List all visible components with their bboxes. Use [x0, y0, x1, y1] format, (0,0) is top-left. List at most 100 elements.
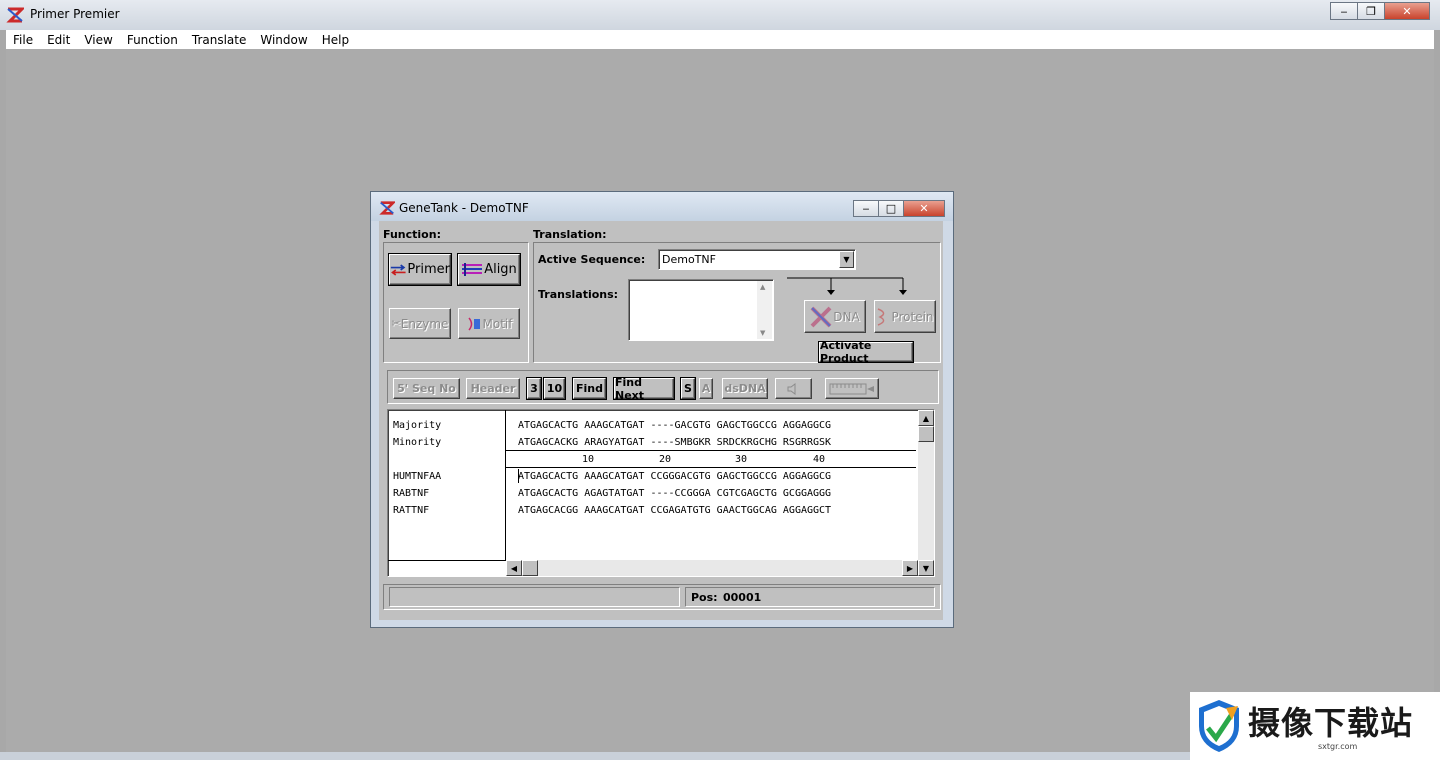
primer-button-label: Primer [407, 262, 450, 277]
sequence-row: ATGAGCACGG AAAGCATGAT CCGAGATGTG GAACTGG… [518, 505, 832, 516]
enzyme-icon: ✂ [391, 317, 401, 330]
find-next-button[interactable]: Find Next [613, 376, 675, 402]
close-button[interactable]: ✕ [1384, 2, 1430, 20]
menu-translate[interactable]: Translate [185, 33, 254, 47]
enzyme-button-label: Enzyme [400, 316, 449, 331]
position-value: 00001 [723, 591, 762, 604]
vertical-scrollbar[interactable]: ▲ ▼ [918, 410, 934, 576]
align-button[interactable]: Align [457, 253, 521, 286]
dna-button-label: DNA [833, 309, 860, 324]
dsdna-button[interactable]: dsDNA [722, 378, 768, 399]
motif-button[interactable]: Motif [458, 308, 520, 339]
name-column-divider [505, 410, 506, 560]
translations-list[interactable]: ▲ ▼ [628, 279, 774, 341]
speaker-icon [787, 382, 795, 395]
menu-file[interactable]: File [6, 33, 40, 47]
ruler-tick-10: 10 [582, 454, 595, 465]
dna-button[interactable]: DNA [804, 300, 866, 333]
seq-no-button[interactable]: 5' Seq No [393, 378, 460, 399]
sequence-row: ATGAGCACTG AGAGTATGAT ----CCGGGA CGTCGAG… [518, 488, 832, 499]
wrap-10-button[interactable]: 10 [543, 377, 566, 400]
sequence-name: HUMTNFAA [393, 471, 442, 482]
genetank-titlebar[interactable]: GeneTank - DemoTNF ‒ □ ✕ [371, 192, 953, 221]
restore-button[interactable]: ❐ [1357, 2, 1385, 20]
translations-label: Translations: [538, 288, 619, 301]
close-icon: ✕ [1402, 4, 1412, 18]
active-sequence-label: Active Sequence: [538, 253, 646, 266]
horizontal-scroll-thumb[interactable] [522, 560, 538, 576]
scroll-down-icon: ▼ [760, 329, 766, 337]
close-icon: ✕ [919, 202, 929, 215]
ruler-button[interactable] [825, 378, 879, 399]
speaker-button[interactable] [775, 378, 812, 399]
menu-help[interactable]: Help [315, 33, 356, 47]
s-button[interactable]: S [680, 377, 696, 400]
scroll-left-icon: ◀ [510, 563, 518, 573]
find-button[interactable]: Find [572, 377, 607, 400]
protein-button[interactable]: Protein [874, 300, 936, 333]
enzyme-button[interactable]: ✂ Enzyme [389, 308, 451, 339]
scroll-right-button[interactable]: ▶ [902, 560, 918, 576]
wrap-3-button[interactable]: 3 [526, 377, 542, 400]
watermark-url: sxtgr.com [1318, 742, 1358, 751]
function-section-label: Function: [383, 228, 441, 241]
consensus-name-majority: Majority [393, 420, 442, 431]
vertical-scroll-thumb[interactable] [918, 426, 934, 442]
genetank-client-area: Function: Translation: Primer Align ✂ Enz… [379, 221, 943, 620]
menu-function[interactable]: Function [120, 33, 185, 47]
scroll-down-icon: ▼ [922, 563, 930, 573]
active-sequence-select[interactable]: DemoTNF ▼ [658, 249, 856, 270]
translation-flow-arrows [787, 277, 907, 295]
active-sequence-dropdown-button[interactable]: ▼ [839, 251, 854, 268]
scroll-up-icon: ▲ [922, 413, 930, 423]
genetank-close-button[interactable]: ✕ [903, 200, 945, 217]
scroll-left-button[interactable]: ◀ [506, 560, 522, 576]
watermark: 摄像下载站 sxtgr.com [1190, 692, 1440, 760]
status-panel-position: Pos: 00001 [685, 587, 935, 607]
app-logo-icon [6, 7, 24, 23]
minimize-icon: ‒ [862, 202, 870, 215]
minimize-icon: ‒ [1340, 4, 1348, 18]
ruler-tick-30: 30 [735, 454, 748, 465]
consensus-separator [506, 450, 916, 451]
scroll-down-button[interactable]: ▼ [918, 560, 934, 576]
activate-product-button[interactable]: Activate Product [818, 339, 914, 365]
active-sequence-value: DemoTNF [662, 253, 716, 266]
app-title: Primer Premier [30, 7, 120, 21]
genetank-minimize-button[interactable]: ‒ [853, 200, 879, 217]
dna-icon [810, 306, 832, 327]
menu-view[interactable]: View [77, 33, 119, 47]
watermark-text: 摄像下载站 [1248, 704, 1414, 742]
position-label: Pos: [691, 591, 718, 604]
a-button[interactable]: A [699, 378, 713, 399]
scroll-up-button[interactable]: ▲ [918, 410, 934, 426]
menu-bar: File Edit View Function Translate Window… [6, 30, 1434, 49]
ruler-tick-20: 20 [659, 454, 672, 465]
genetank-logo-icon [379, 201, 395, 215]
restore-icon: ❐ [1366, 4, 1376, 18]
chevron-down-icon: ▼ [843, 255, 850, 264]
genetank-maximize-button[interactable]: □ [878, 200, 904, 217]
header-button[interactable]: Header [466, 378, 520, 399]
sequence-name: RABTNF [393, 488, 430, 499]
menu-window[interactable]: Window [253, 33, 314, 47]
translation-section-label: Translation: [533, 228, 607, 241]
ruler-separator [506, 467, 916, 468]
protein-button-label: Protein [891, 309, 934, 324]
minimize-button[interactable]: ‒ [1330, 2, 1358, 20]
ruler-tick-40: 40 [813, 454, 826, 465]
consensus-name-minority: Minority [393, 437, 442, 448]
menu-edit[interactable]: Edit [40, 33, 77, 47]
consensus-seq-majority: ATGAGCACTG AAAGCATGAT ----GACGTG GAGCTGG… [518, 420, 832, 431]
shield-icon [1199, 700, 1239, 752]
genetank-window-controls: ‒ □ ✕ [853, 200, 945, 217]
alignment-view[interactable]: Majority ATGAGCACTG AAAGCATGAT ----GACGT… [387, 409, 935, 577]
status-panel-left [389, 587, 680, 607]
app-titlebar: Primer Premier ‒ ❐ ✕ [0, 0, 1440, 30]
primer-button[interactable]: Primer [388, 253, 452, 286]
align-button-label: Align [484, 262, 517, 277]
motif-button-label: Motif [482, 316, 513, 331]
translations-scrollbar[interactable]: ▲ ▼ [757, 281, 772, 339]
genetank-title: GeneTank - DemoTNF [399, 201, 529, 215]
horizontal-scrollbar[interactable]: ◀ ▶ [506, 560, 918, 576]
